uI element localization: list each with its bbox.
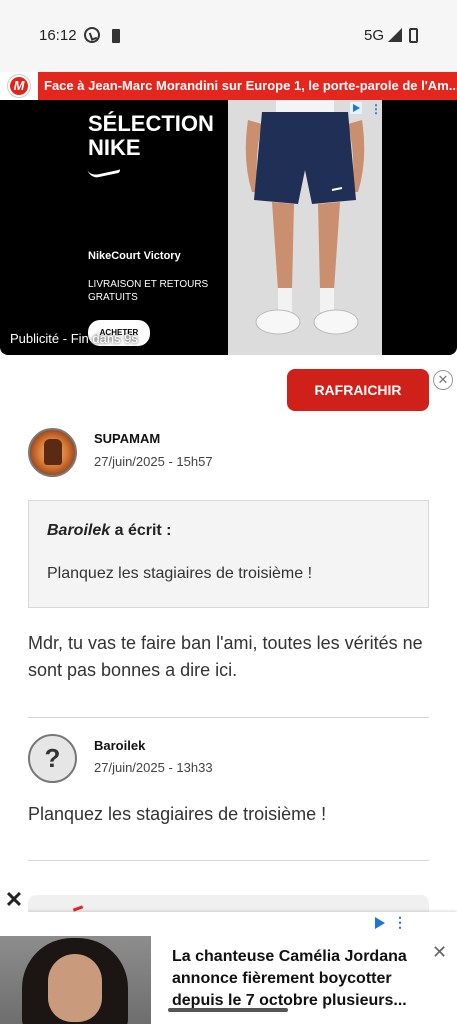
close-icon[interactable]: ✕ xyxy=(432,942,447,963)
ad-menu-icon[interactable]: ⋮ xyxy=(370,102,382,116)
signal-icon xyxy=(388,28,402,42)
post-date: 27/juin/2025 - 13h33 xyxy=(94,760,213,775)
post-body: Mdr, tu vas te faire ban l'ami, toutes l… xyxy=(28,633,423,680)
post-body: Planquez les stagiaires de troisième ! xyxy=(28,804,327,824)
post-divider xyxy=(28,860,429,861)
ad-title: SÉLECTION NIKE xyxy=(88,112,214,160)
bottom-ad-headline[interactable]: La chanteuse Camélia Jordana annonce fiè… xyxy=(172,946,412,1012)
avatar[interactable] xyxy=(28,428,77,477)
status-bar: 16:12 5G xyxy=(0,0,457,72)
bottom-ad-image[interactable] xyxy=(0,936,151,1024)
ticker-headline[interactable]: Face à Jean-Marc Morandini sur Europe 1,… xyxy=(38,72,457,100)
ad-choices-icon[interactable] xyxy=(350,102,362,114)
post-author[interactable]: SUPAMAM xyxy=(94,431,160,446)
ad-countdown: Publicité - Fin dans 9s xyxy=(10,331,138,346)
ad-menu-icon[interactable]: ⋮ xyxy=(393,914,407,931)
quote-text: Planquez les stagiaires de troisième ! xyxy=(47,565,313,582)
quote-author: Baroilek xyxy=(47,522,111,539)
ad-product-image[interactable] xyxy=(228,100,382,355)
whatsapp-icon xyxy=(84,27,100,43)
news-ticker[interactable]: M Face à Jean-Marc Morandini sur Europe … xyxy=(0,72,457,100)
post-author[interactable]: Baroilek xyxy=(94,738,145,753)
ad-banner[interactable]: SÉLECTION NIKE NikeCourt Victory LIVRAIS… xyxy=(0,100,457,355)
ad-choices-icon[interactable] xyxy=(375,917,385,929)
refresh-button[interactable]: RAFRAICHIR xyxy=(287,369,429,411)
quote-box: Baroilek a écrit : Planquez les stagiair… xyxy=(28,500,429,608)
ad-title-line1: SÉLECTION xyxy=(88,111,214,136)
portrait-face xyxy=(48,954,102,1022)
gesture-bar[interactable] xyxy=(168,1008,288,1012)
post-date: 27/juin/2025 - 15h57 xyxy=(94,454,213,469)
battery-saver-icon xyxy=(112,29,120,43)
ad-delivery-text: LIVRAISON ET RETOURS GRATUITS xyxy=(88,279,209,303)
ad-title-line2: NIKE xyxy=(88,135,141,160)
network-type: 5G xyxy=(364,27,385,44)
fist-icon xyxy=(44,439,62,465)
status-time: 16:12 xyxy=(39,27,77,44)
ad-product-name: NikeCourt Victory xyxy=(88,250,181,262)
avatar[interactable]: ? xyxy=(28,734,77,783)
quote-header: Baroilek a écrit : xyxy=(47,522,172,540)
quote-wrote: a écrit : xyxy=(114,522,172,539)
close-icon[interactable]: ✕ xyxy=(433,370,453,390)
post-divider xyxy=(28,717,429,718)
shorts-model-illustration xyxy=(228,100,382,355)
nike-swoosh-icon xyxy=(87,162,121,180)
battery-icon xyxy=(409,28,418,43)
site-logo[interactable]: M xyxy=(8,75,30,97)
close-icon[interactable]: ✕ xyxy=(0,886,28,914)
